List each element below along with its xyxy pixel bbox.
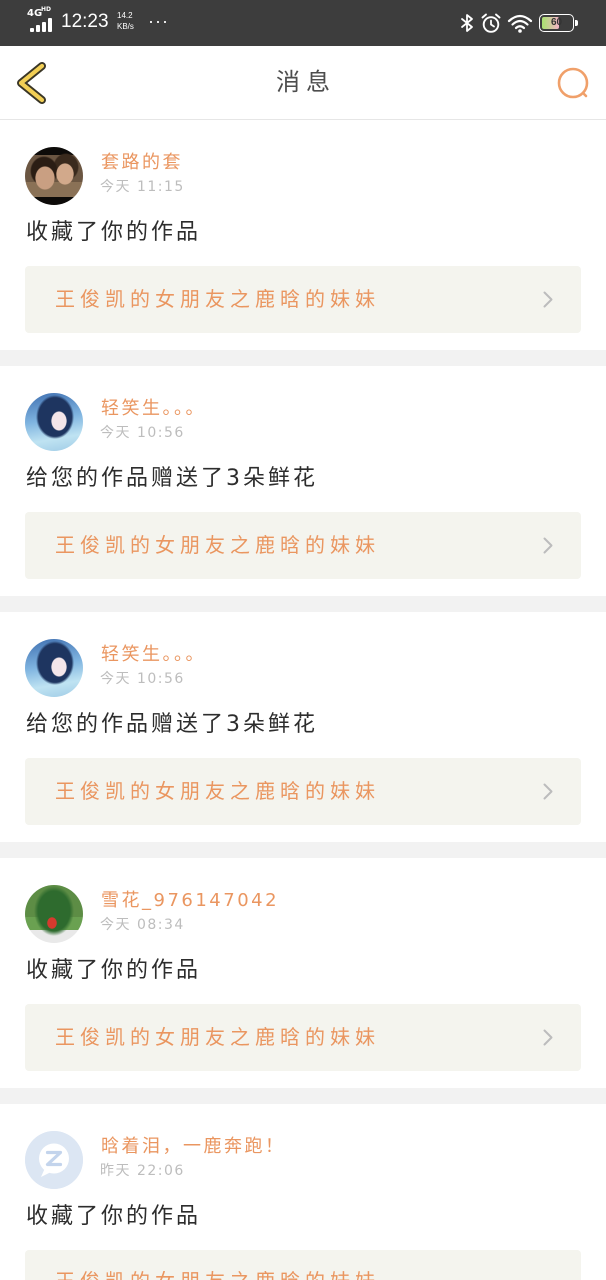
chevron-right-icon bbox=[543, 291, 553, 308]
username[interactable]: 轻笑生。。。 bbox=[101, 643, 206, 667]
bluetooth-icon bbox=[461, 14, 473, 32]
message-card: 雪花_976147042 今天 08:34 收藏了你的作品 王俊凯的女朋友之鹿晗… bbox=[0, 858, 606, 1088]
divider bbox=[0, 350, 606, 366]
divider bbox=[0, 1088, 606, 1104]
timestamp: 今天 10:56 bbox=[100, 671, 185, 687]
default-avatar-icon[interactable] bbox=[25, 1131, 83, 1189]
search-icon[interactable] bbox=[552, 62, 592, 102]
more-notifications: ··· bbox=[148, 11, 169, 31]
message-text: 收藏了你的作品 bbox=[26, 220, 202, 245]
message-list: 套路的套 今天 11:15 收藏了你的作品 王俊凯的女朋友之鹿晗的妹妹 轻笑生。… bbox=[0, 120, 606, 1280]
signal-icon bbox=[30, 18, 54, 32]
work-link[interactable]: 王俊凯的女朋友之鹿晗的妹妹 bbox=[25, 266, 581, 333]
work-title: 王俊凯的女朋友之鹿晗的妹妹 bbox=[55, 779, 380, 803]
work-link[interactable]: 王俊凯的女朋友之鹿晗的妹妹 bbox=[25, 758, 581, 825]
username[interactable]: 轻笑生。。。 bbox=[101, 397, 206, 421]
chevron-right-icon bbox=[543, 537, 553, 554]
message-text: 给您的作品赠送了3朵鲜花 bbox=[26, 712, 318, 737]
chevron-right-icon bbox=[543, 783, 553, 800]
alarm-icon bbox=[481, 13, 501, 33]
work-title: 王俊凯的女朋友之鹿晗的妹妹 bbox=[55, 1025, 380, 1049]
work-title: 王俊凯的女朋友之鹿晗的妹妹 bbox=[55, 533, 380, 557]
wifi-icon bbox=[507, 14, 533, 33]
timestamp: 昨天 22:06 bbox=[100, 1163, 185, 1179]
signal-bar bbox=[42, 22, 46, 32]
speed-unit: KB/s bbox=[117, 22, 134, 31]
message-card: 轻笑生。。。 今天 10:56 给您的作品赠送了3朵鲜花 王俊凯的女朋友之鹿晗的… bbox=[0, 612, 606, 842]
battery-icon: 60 bbox=[539, 14, 574, 32]
signal-bar bbox=[48, 18, 52, 32]
message-card: 套路的套 今天 11:15 收藏了你的作品 王俊凯的女朋友之鹿晗的妹妹 bbox=[0, 120, 606, 350]
work-link[interactable]: 王俊凯的女朋友之鹿晗的妹妹 bbox=[25, 1004, 581, 1071]
battery-level: 60 bbox=[550, 17, 563, 28]
work-title: 王俊凯的女朋友之鹿晗的妹妹 bbox=[55, 1271, 380, 1280]
speed-value: 14.2 bbox=[117, 11, 133, 20]
work-link[interactable]: 王俊凯的女朋友之鹿晗的妹妹 bbox=[25, 1250, 581, 1280]
chevron-right-icon bbox=[543, 1029, 553, 1046]
page-title: 消息 bbox=[276, 68, 336, 96]
avatar[interactable] bbox=[25, 639, 83, 697]
work-link[interactable]: 王俊凯的女朋友之鹿晗的妹妹 bbox=[25, 512, 581, 579]
avatar[interactable] bbox=[25, 885, 83, 943]
divider bbox=[0, 596, 606, 612]
network-speed: 14.2 KB/s bbox=[117, 10, 134, 32]
divider bbox=[0, 842, 606, 858]
signal-bar bbox=[36, 25, 40, 32]
username[interactable]: 雪花_976147042 bbox=[101, 889, 279, 913]
username[interactable]: 晗着泪，一鹿奔跑！ bbox=[101, 1135, 286, 1159]
message-card: 晗着泪，一鹿奔跑！ 昨天 22:06 收藏了你的作品 王俊凯的女朋友之鹿晗的妹妹 bbox=[0, 1104, 606, 1280]
username[interactable]: 套路的套 bbox=[101, 151, 183, 175]
message-text: 给您的作品赠送了3朵鲜花 bbox=[26, 466, 318, 491]
battery-body: 60 bbox=[542, 17, 571, 29]
message-text: 收藏了你的作品 bbox=[26, 958, 202, 983]
battery-tip bbox=[575, 20, 578, 26]
signal-bar bbox=[30, 28, 34, 32]
timestamp: 今天 11:15 bbox=[100, 179, 185, 195]
timestamp: 今天 10:56 bbox=[100, 425, 185, 441]
clock: 12:23 bbox=[61, 11, 109, 32]
message-text: 收藏了你的作品 bbox=[26, 1204, 202, 1229]
avatar[interactable] bbox=[25, 393, 83, 451]
work-title: 王俊凯的女朋友之鹿晗的妹妹 bbox=[55, 287, 380, 311]
nav-header: 消息 bbox=[0, 46, 606, 120]
message-card: 轻笑生。。。 今天 10:56 给您的作品赠送了3朵鲜花 王俊凯的女朋友之鹿晗的… bbox=[0, 366, 606, 596]
network-badge: HD bbox=[41, 6, 52, 13]
back-arrow-icon[interactable] bbox=[12, 60, 52, 106]
timestamp: 今天 08:34 bbox=[100, 917, 185, 933]
status-bar: 4G HD 12:23 14.2 KB/s ··· 60 bbox=[0, 0, 606, 46]
avatar[interactable] bbox=[25, 147, 83, 205]
